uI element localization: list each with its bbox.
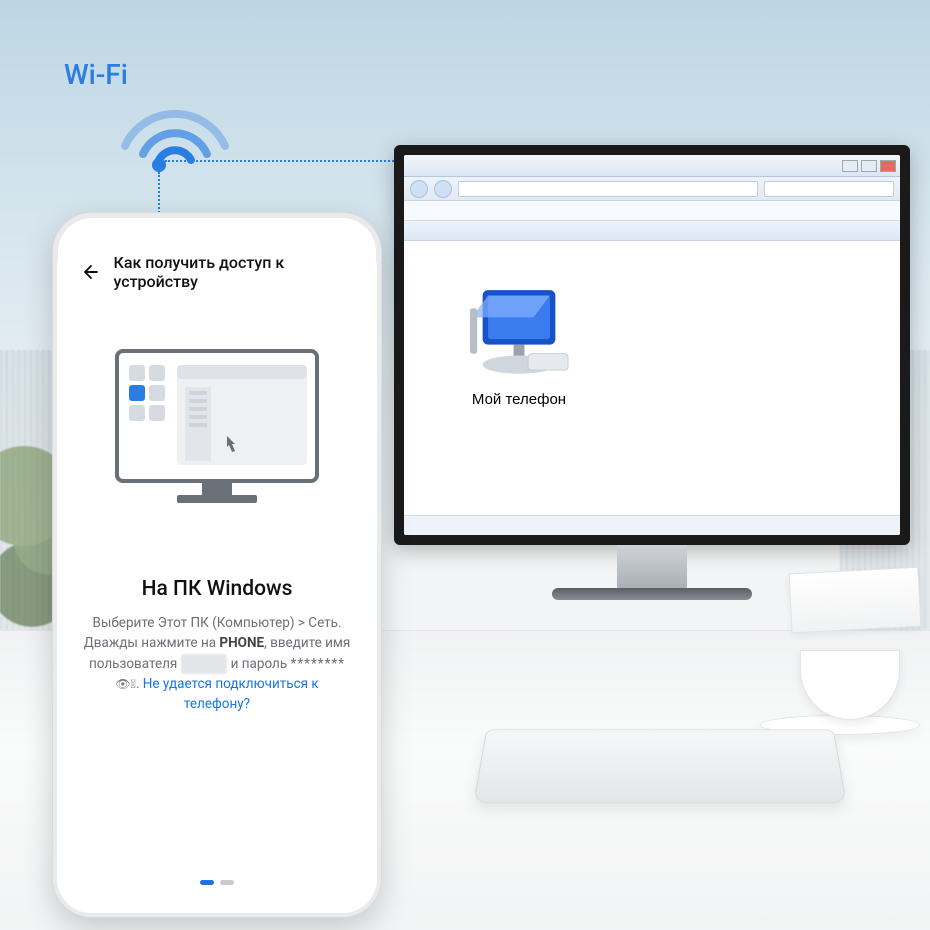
network-device-item[interactable]: Мой телефон [464,281,574,408]
nav-forward-button[interactable] [434,180,452,198]
instruction-text: Выберите Этот ПК (Компьютер) > Сеть. Два… [83,613,351,714]
phone-frame: Как получить доступ к устройству [52,212,382,918]
window-menu-bar [404,201,900,221]
password-masked: ******** [291,656,346,672]
window-address-bar [404,177,900,201]
address-input[interactable] [458,181,758,197]
instruction-line: . [136,676,143,692]
computer-icon [464,281,574,381]
instruction-line: пользователя [89,656,181,672]
phone-header: Как получить доступ к устройству [79,247,355,301]
monitor: Мой телефон [394,145,910,575]
wifi-dot-icon [152,158,166,172]
back-arrow-icon[interactable] [79,261,100,283]
instruction-line: Дважды нажмите на [84,635,220,651]
search-input[interactable] [764,181,894,197]
instruction-line: , введите имя [264,635,350,651]
page-dot-1[interactable] [200,880,214,885]
device-name-bold: PHONE [219,635,264,651]
scene: Wi-Fi [0,0,930,930]
instruction-line: Выберите Этот ПК (Компьютер) > Сеть. [92,615,341,631]
nav-back-button[interactable] [410,180,428,198]
connection-line [158,172,160,216]
monitor-stand [617,545,687,590]
connection-line [165,160,413,162]
window-status-bar [404,515,900,535]
page-indicator [79,880,355,895]
keyboard-decor [473,729,847,803]
window-maximize-button[interactable] [861,160,877,172]
window-toolbar [404,221,900,241]
eye-off-icon[interactable]: 👁⁠⃠ [115,677,136,691]
monitor-base [552,588,752,600]
instruction-line: и пароль [227,656,290,672]
window-minimize-button[interactable] [842,160,858,172]
wifi-icon [115,86,235,166]
monitor-bezel: Мой телефон [394,145,910,545]
window-titlebar [404,155,900,177]
section-title: На ПК Windows [79,577,355,601]
window-close-button[interactable] [880,160,896,172]
explorer-body: Мой телефон [404,241,900,515]
username-masked: hidden [181,654,228,674]
help-link[interactable]: Не удается подключиться к телефону? [143,676,319,712]
page-dot-2[interactable] [220,880,234,885]
explorer-window: Мой телефон [404,155,900,535]
page-title: Как получить доступ к устройству [114,253,355,291]
phone-screen: Как получить доступ к устройству [57,235,377,913]
desktop-illustration-icon [107,341,327,511]
device-label: Мой телефон [464,391,574,408]
notebook-decor [789,567,922,634]
